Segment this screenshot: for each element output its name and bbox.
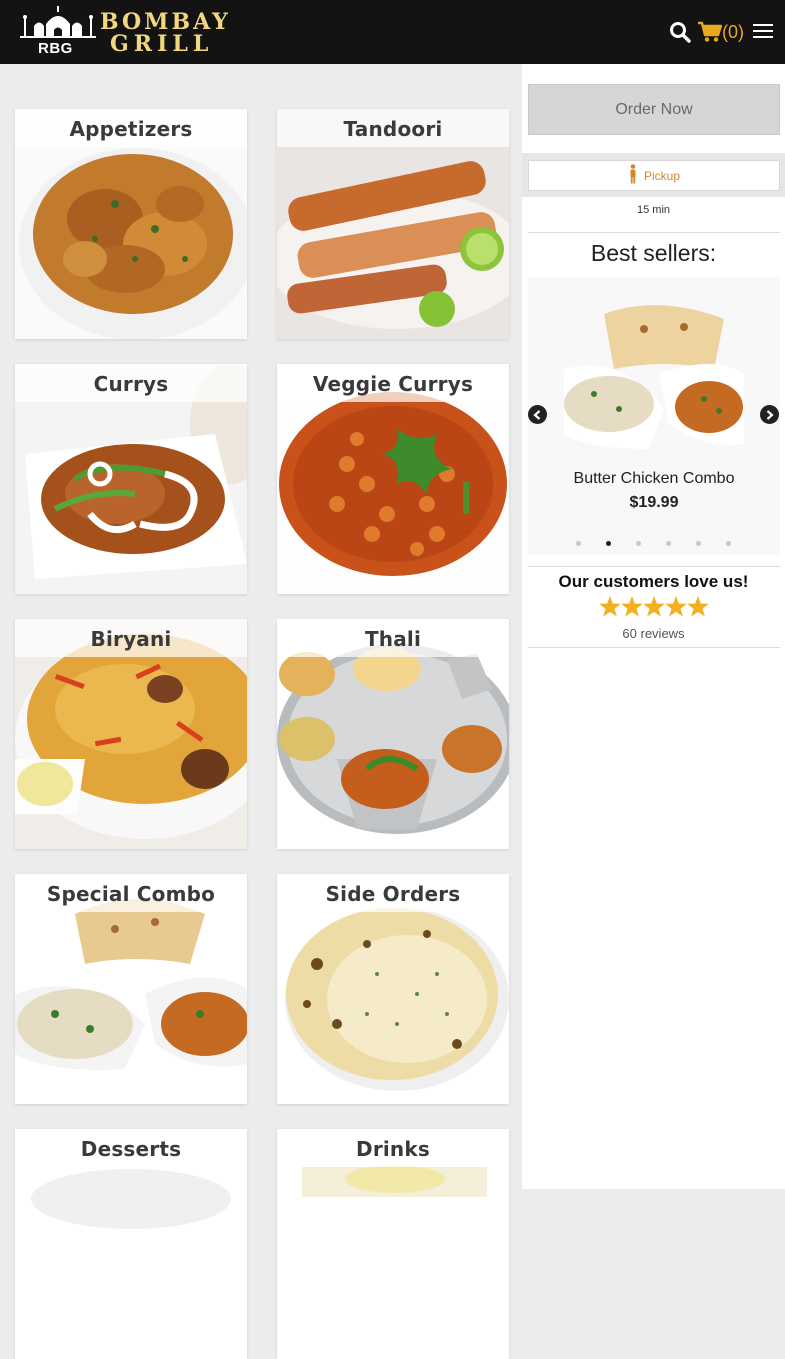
reviews-count-link[interactable]: 60 reviews	[522, 626, 785, 641]
category-tile-special-combo[interactable]: Special Combo	[15, 874, 247, 1104]
best-sellers-carousel: Butter Chicken Combo $19.99	[528, 277, 780, 555]
best-seller-price: $19.99	[629, 494, 679, 511]
category-title: Tandoori	[343, 117, 443, 141]
divider	[528, 232, 780, 233]
cart-count: (0)	[722, 21, 744, 42]
category-title: Special Combo	[46, 882, 216, 906]
pickup-button[interactable]: Pickup	[528, 160, 780, 191]
logo-text-grill: GRILL	[110, 31, 214, 57]
carousel-dot[interactable]	[666, 541, 671, 546]
pickup-time: 15 min	[636, 204, 671, 216]
order-now-button[interactable]: Order Now	[528, 84, 780, 135]
category-title: Veggie Currys	[312, 372, 474, 396]
carousel-dot[interactable]	[726, 541, 731, 546]
category-tile-currys[interactable]: Currys	[15, 364, 247, 594]
category-tile-thali[interactable]: Thali	[277, 619, 509, 849]
cart-icon	[698, 21, 722, 42]
pickup-label: Pickup	[643, 168, 681, 183]
category-tile-veggie-currys[interactable]: Veggie Currys	[277, 364, 509, 594]
carousel-dot[interactable]	[696, 541, 701, 546]
category-title: Biryani	[90, 627, 172, 651]
category-tile-appetizers[interactable]: Appetizers	[15, 109, 247, 339]
carousel-dot-active[interactable]	[606, 541, 611, 546]
search-icon[interactable]	[669, 21, 691, 43]
chevron-right-icon	[766, 409, 774, 420]
carousel-next-button[interactable]	[760, 405, 779, 424]
pickup-selector: Pickup	[522, 153, 785, 197]
carousel-previous-button[interactable]	[528, 405, 547, 424]
logo-abbreviation: RBG	[38, 40, 73, 57]
top-header: RBG BOMBAY GRILL (0)	[0, 0, 785, 64]
person-walking-icon	[630, 164, 636, 184]
category-title: Currys	[93, 372, 169, 396]
category-tile-side-orders[interactable]: Side Orders	[277, 874, 509, 1104]
carousel-dot[interactable]	[576, 541, 581, 546]
category-title: Appetizers	[69, 117, 193, 141]
order-sidebar: Order Now Pickup 15 min Best sellers: Bu…	[522, 64, 785, 1189]
category-grid: Appetizers Tandoori Currys Veggie Currys…	[0, 64, 522, 1359]
category-tile-drinks[interactable]: Drinks	[277, 1129, 509, 1359]
cart-button[interactable]: (0)	[698, 18, 744, 46]
chevron-left-icon	[533, 409, 541, 420]
category-title: Side Orders	[325, 882, 461, 906]
bombay-grill-logo[interactable]: RBG BOMBAY GRILL	[18, 6, 228, 57]
category-tile-biryani[interactable]: Biryani	[15, 619, 247, 849]
reviews-headline: Our customers love us!	[558, 572, 749, 591]
category-title: Drinks	[356, 1137, 430, 1161]
divider	[528, 566, 780, 567]
category-title: Thali	[364, 627, 422, 651]
best-sellers-title: Best sellers:	[590, 240, 717, 266]
best-seller-name[interactable]: Butter Chicken Combo	[528, 470, 780, 488]
category-tile-desserts[interactable]: Desserts	[15, 1129, 247, 1359]
five-star-rating-icon	[599, 596, 709, 617]
carousel-dot[interactable]	[636, 541, 641, 546]
category-title: Desserts	[80, 1137, 182, 1161]
divider	[528, 647, 780, 648]
hamburger-menu-icon[interactable]	[753, 22, 773, 40]
category-tile-tandoori[interactable]: Tandoori	[277, 109, 509, 339]
carousel-dots	[528, 541, 780, 549]
butter-chicken-combo-photo[interactable]	[564, 299, 744, 454]
